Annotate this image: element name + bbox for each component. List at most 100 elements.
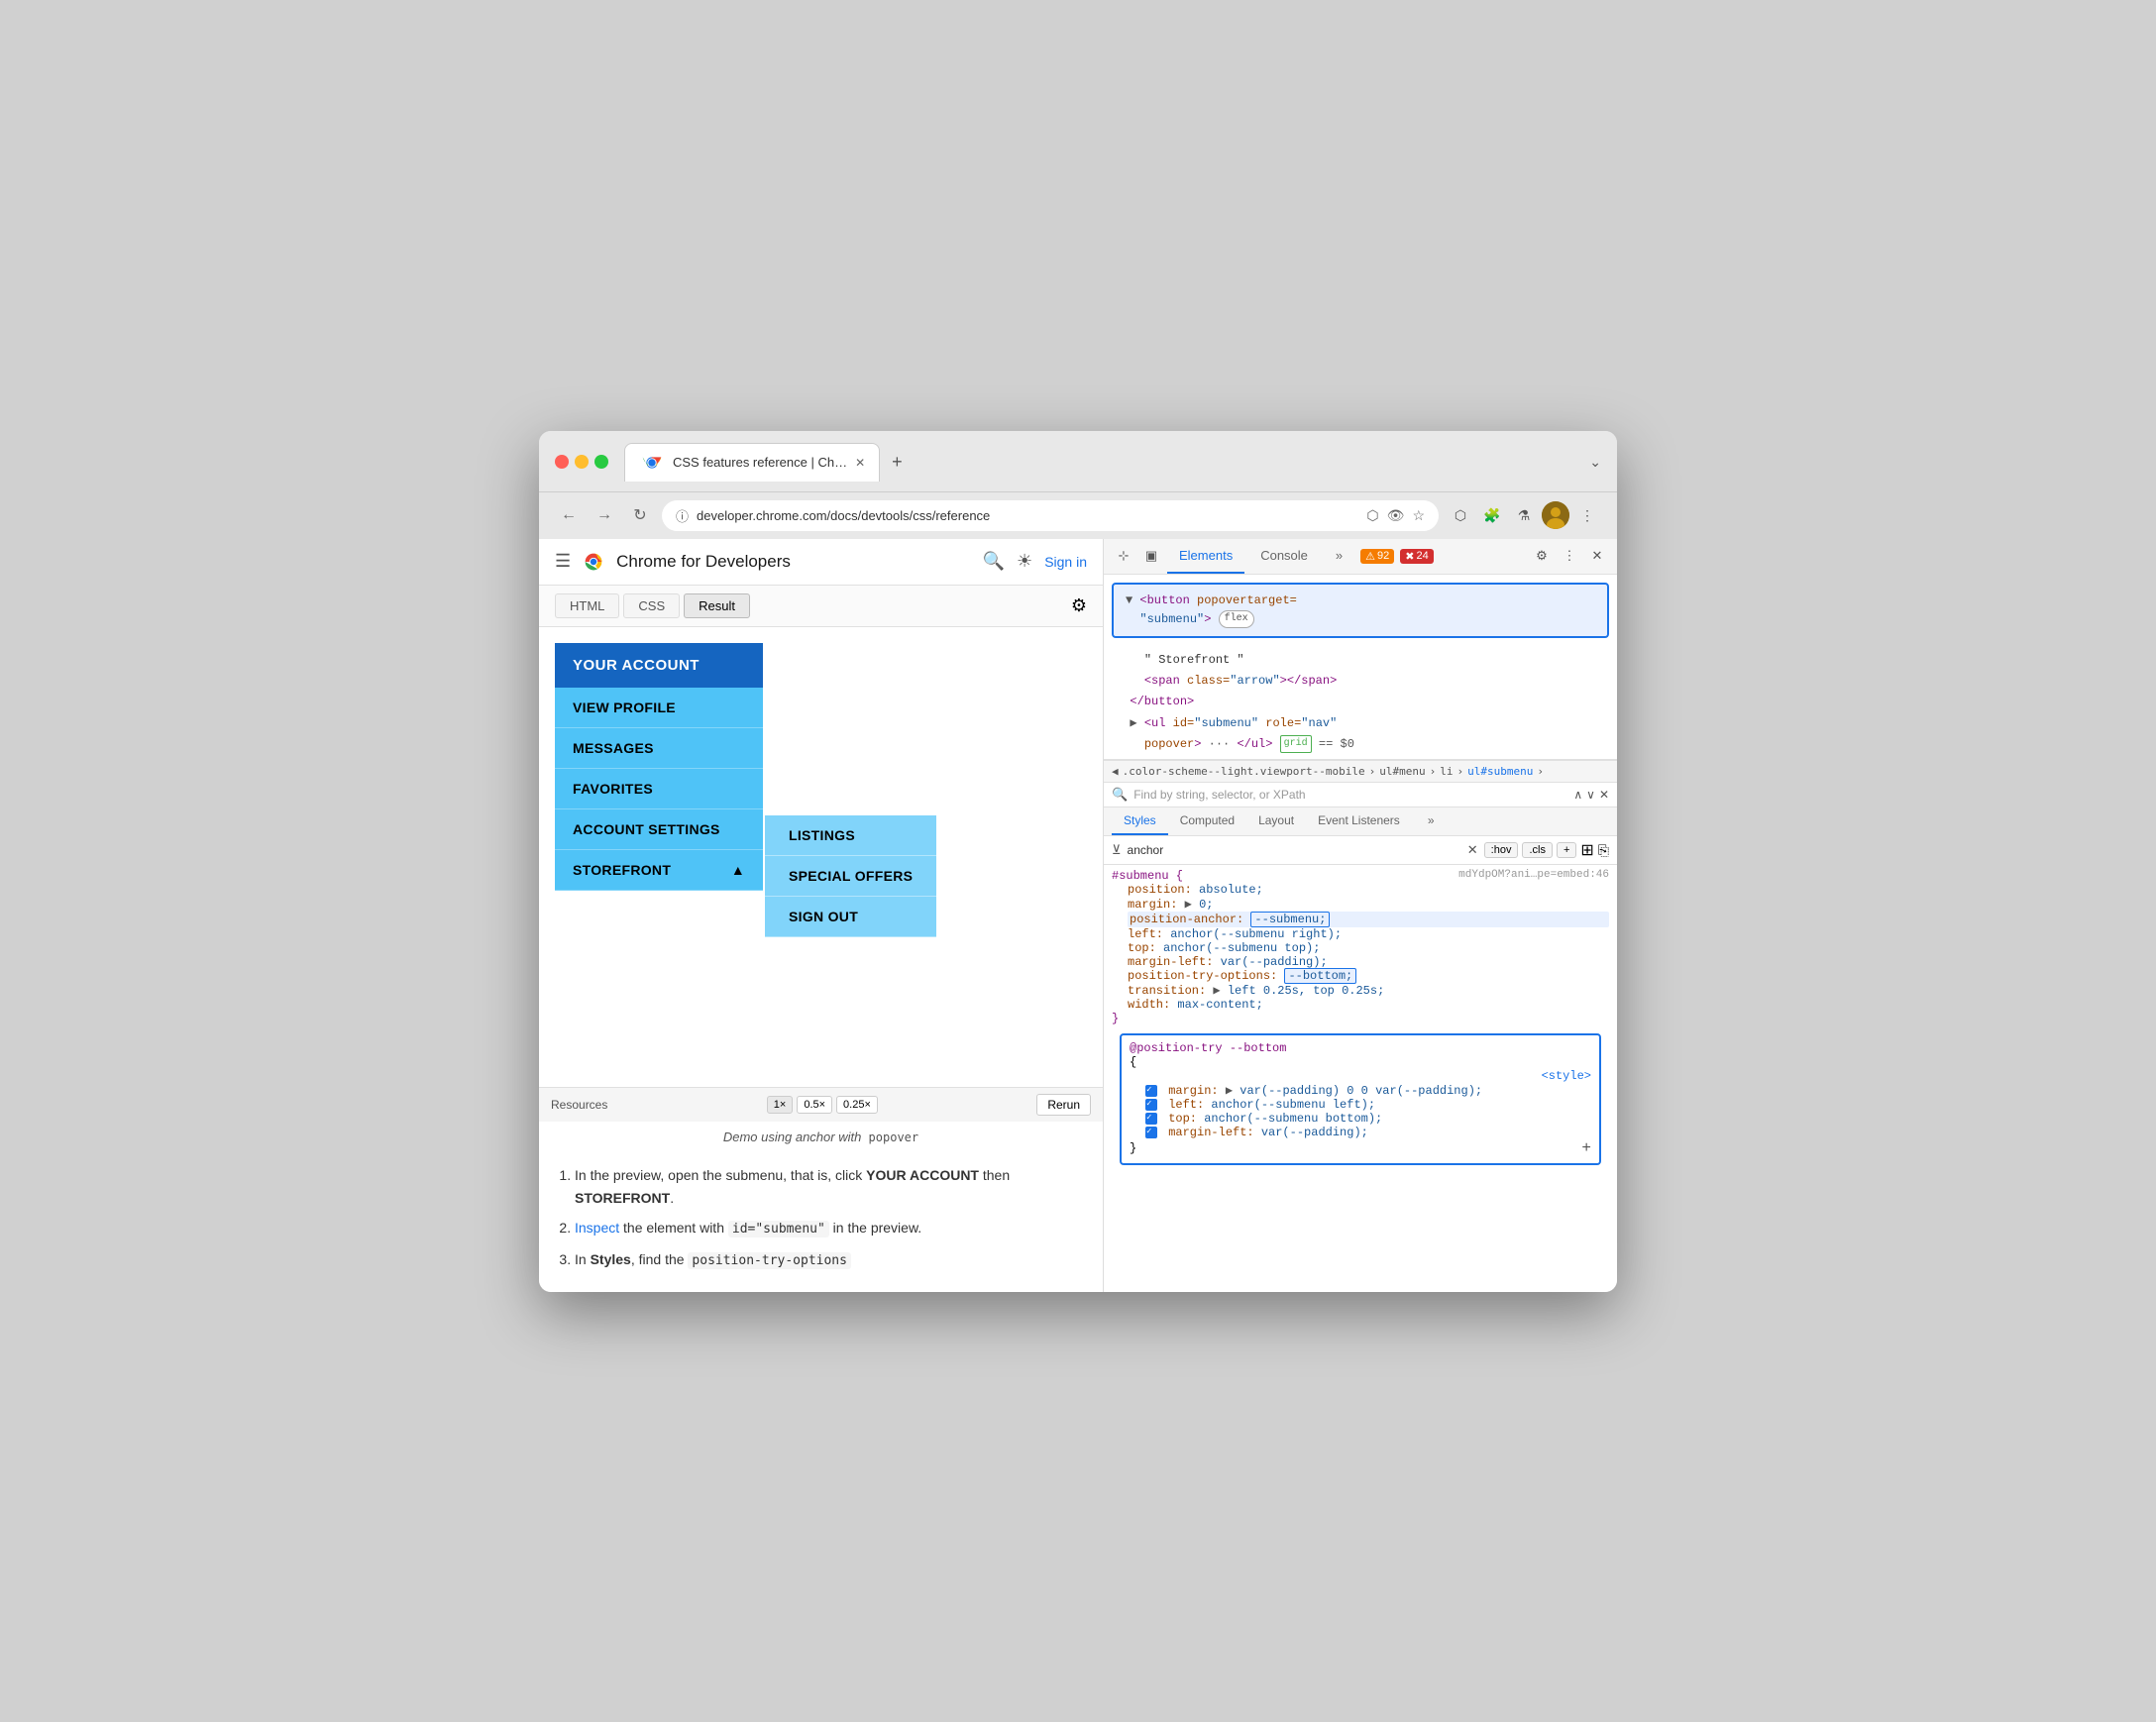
close-button[interactable] <box>555 455 569 469</box>
scale-1x[interactable]: 1× <box>767 1096 794 1114</box>
menu-item-favorites[interactable]: FAVORITES <box>555 769 763 809</box>
header-right: 🔍 ☀ Sign in <box>983 551 1087 572</box>
chrome-favicon <box>639 450 665 476</box>
search-icon[interactable]: 🔍 <box>983 551 1005 572</box>
search-down-icon[interactable]: ∨ <box>1586 788 1595 802</box>
beaker-icon[interactable]: ⚗ <box>1510 501 1538 529</box>
highlighted-element-box: ▼ <button popovertarget= "submenu"> flex <box>1112 583 1609 639</box>
instruction-3: In Styles, find the position-try-options <box>575 1248 1087 1272</box>
refresh-button[interactable]: ↻ <box>626 501 654 529</box>
tab-elements[interactable]: Elements <box>1167 538 1244 574</box>
html-line-6: popover> ··· </ul> grid == $0 <box>1112 734 1609 755</box>
search-close-icon[interactable]: ✕ <box>1599 788 1609 802</box>
css-prop-top: top: anchor(--submenu top); <box>1128 941 1609 955</box>
styles-tab-layout[interactable]: Layout <box>1246 807 1306 835</box>
settings-icon[interactable]: ⚙ <box>1071 595 1087 616</box>
instruction-1: In the preview, open the submenu, that i… <box>575 1164 1087 1209</box>
breadcrumb-ul-menu[interactable]: ul#menu <box>1379 765 1425 778</box>
cast-toolbar-icon[interactable]: ⬡ <box>1447 501 1474 529</box>
extensions-icon[interactable]: 🧩 <box>1478 501 1506 529</box>
hover-filter-btn[interactable]: :hov <box>1484 842 1519 858</box>
class-filter-btn[interactable]: .cls <box>1522 842 1553 858</box>
storefront-arrow-icon: ▲ <box>731 862 745 878</box>
search-input[interactable] <box>1133 788 1567 802</box>
pos-try-prop-top: top: anchor(--submenu bottom); <box>1145 1112 1591 1126</box>
scale-05x[interactable]: 0.5× <box>797 1096 832 1114</box>
resources-label: Resources <box>551 1098 607 1112</box>
css-rule-submenu: mdYdpOM?ani…pe=embed:46 #submenu { posit… <box>1112 869 1609 1025</box>
styles-tabs: Styles Computed Layout Event Listeners » <box>1104 807 1617 836</box>
hamburger-icon[interactable]: ☰ <box>555 551 571 572</box>
menu-item-storefront[interactable]: STOREFRONT ▲ <box>555 850 763 891</box>
menu-item-messages[interactable]: MESSAGES <box>555 728 763 769</box>
submenu-item-listings[interactable]: LISTINGS <box>765 815 936 856</box>
chrome-logo <box>581 549 606 575</box>
tab-html[interactable]: HTML <box>555 593 619 618</box>
cast-icon[interactable]: ⬡ <box>1366 507 1378 524</box>
tab-close-icon[interactable]: ✕ <box>855 456 865 470</box>
pos-try-file: <style> <box>1130 1069 1591 1083</box>
css-properties: position: absolute; margin: ▶ 0; positio… <box>1112 883 1609 1012</box>
pos-try-opening: { <box>1130 1055 1591 1069</box>
breadcrumb-ul-submenu[interactable]: ul#submenu <box>1467 765 1533 778</box>
maximize-button[interactable] <box>594 455 608 469</box>
pos-try-properties: margin: ▶ var(--padding) 0 0 var(--paddi… <box>1130 1083 1591 1139</box>
css-prop-position-anchor: position-anchor: --submenu; <box>1128 912 1609 927</box>
avatar[interactable] <box>1542 501 1569 529</box>
menu-icon[interactable]: ⋮ <box>1573 501 1601 529</box>
address-bar-row: ← → ↻ ⓘ developer.chrome.com/docs/devtoo… <box>539 492 1617 539</box>
address-bar[interactable]: ⓘ developer.chrome.com/docs/devtools/css… <box>662 500 1439 531</box>
breadcrumb-li[interactable]: li <box>1440 765 1453 778</box>
copy-styles-icon[interactable]: ⎘ <box>1598 842 1609 859</box>
add-style-btn[interactable]: + <box>1557 842 1576 858</box>
device-toolbar-icon[interactable]: ▣ <box>1139 544 1163 568</box>
tab-result[interactable]: Result <box>684 593 750 618</box>
add-rule-icon[interactable]: + <box>1581 1139 1591 1157</box>
tab-more[interactable]: » <box>1324 538 1354 574</box>
forward-button[interactable]: → <box>591 501 618 529</box>
sign-in-button[interactable]: Sign in <box>1044 554 1087 570</box>
eye-off-icon[interactable]: 👁 <box>1387 507 1405 524</box>
tab-chevron-icon[interactable]: ⌄ <box>1589 454 1601 471</box>
element-selector-icon[interactable]: ⊹ <box>1112 544 1135 568</box>
close-devtools-icon[interactable]: ✕ <box>1585 544 1609 568</box>
submenu-item-sign-out[interactable]: SIGN OUT <box>765 897 936 937</box>
header-left: ☰ Chrome for Developers <box>555 549 791 575</box>
minimize-button[interactable] <box>575 455 589 469</box>
breadcrumb-arrow-icon[interactable]: ◀ <box>1112 765 1119 778</box>
back-button[interactable]: ← <box>555 501 583 529</box>
styles-tab-styles[interactable]: Styles <box>1112 807 1168 835</box>
devtools-more-icon[interactable]: ⋮ <box>1558 544 1581 568</box>
user-avatar-icon <box>1542 501 1569 529</box>
tab-css[interactable]: CSS <box>623 593 680 618</box>
css-prop-margin: margin: ▶ 0; <box>1128 897 1609 912</box>
rerun-button[interactable]: Rerun <box>1036 1094 1091 1116</box>
menu-item-view-profile[interactable]: VIEW PROFILE <box>555 688 763 728</box>
new-style-icon[interactable]: ⊞ <box>1580 840 1593 860</box>
filter-text[interactable]: anchor <box>1128 843 1461 857</box>
css-prop-position: position: absolute; <box>1128 883 1609 897</box>
brightness-icon[interactable]: ☀ <box>1017 551 1032 572</box>
styles-tab-more[interactable]: » <box>1416 807 1447 835</box>
main-content: ☰ Chrome for Developers 🔍 ☀ <box>539 539 1617 1292</box>
menu-header[interactable]: YOUR ACCOUNT <box>555 643 763 688</box>
submenu-item-special-offers[interactable]: SPECIAL OFFERS <box>765 856 936 897</box>
filter-clear-icon[interactable]: ✕ <box>1467 842 1478 858</box>
code-tabs: HTML CSS Result ⚙ <box>539 586 1103 627</box>
menu-item-account-settings[interactable]: ACCOUNT SETTINGS <box>555 809 763 850</box>
style-tag-ref[interactable]: <style> <box>1542 1069 1591 1083</box>
star-icon[interactable]: ☆ <box>1412 507 1425 524</box>
scale-025x[interactable]: 0.25× <box>836 1096 878 1114</box>
new-tab-button[interactable]: + <box>884 448 911 477</box>
styles-tab-event-listeners[interactable]: Event Listeners <box>1306 807 1412 835</box>
pos-try-closing: } <box>1130 1141 1136 1155</box>
settings-icon[interactable]: ⚙ <box>1530 544 1554 568</box>
search-up-icon[interactable]: ∧ <box>1573 788 1582 802</box>
styles-tab-computed[interactable]: Computed <box>1168 807 1246 835</box>
breadcrumb-color-scheme[interactable]: .color-scheme--light.viewport--mobile <box>1123 765 1365 778</box>
html-line-5: ▶ <ul id="submenu" role="nav" <box>1112 713 1609 734</box>
scale-options: 1× 0.5× 0.25× <box>767 1096 878 1114</box>
inspect-link[interactable]: Inspect <box>575 1220 619 1236</box>
browser-tab[interactable]: CSS features reference | Ch… ✕ <box>624 443 880 482</box>
tab-console[interactable]: Console <box>1248 538 1320 574</box>
